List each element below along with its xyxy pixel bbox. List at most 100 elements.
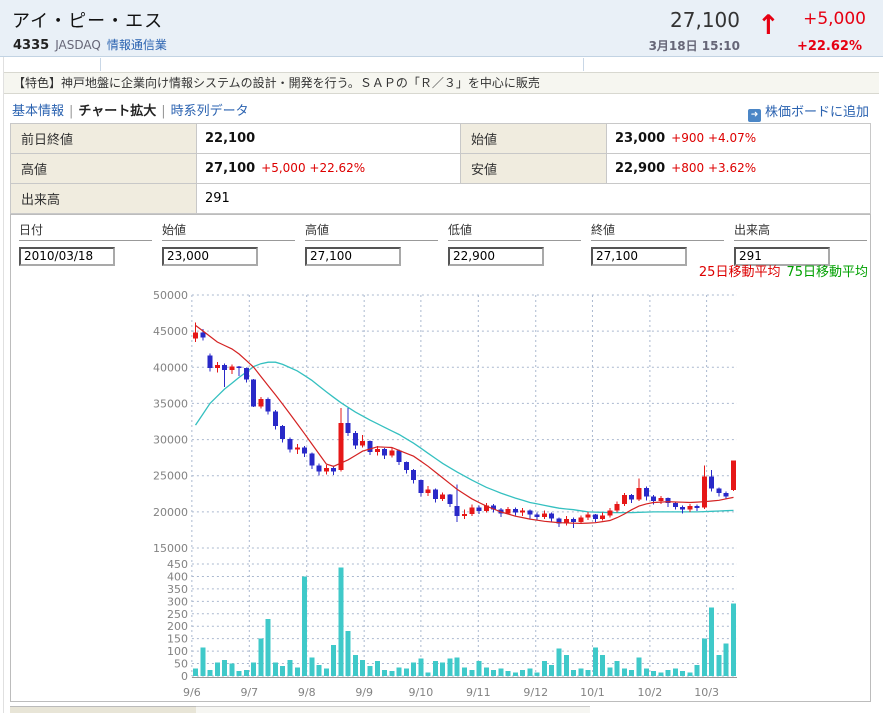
volume-bar [629,670,634,676]
volume-bar [440,662,445,676]
volume-bar [273,662,278,676]
prev-close-value: 22,100 [205,131,255,146]
open-input[interactable] [162,247,258,266]
nav-separator: | [161,104,165,119]
candle-body [506,509,511,513]
candle-body [397,450,402,462]
volume-bar [506,671,511,676]
axis-tick-label: 50000 [153,289,188,302]
candle-body [527,510,532,514]
axis-tick-label: 450 [167,558,188,571]
market-label: JASDAQ [55,38,101,52]
volume-bar [477,661,482,676]
stock-detail-page: アイ・ピー・エス 4335JASDAQ情報通信業 27,100 3月18日 15… [0,0,883,713]
candle-body [462,514,467,516]
field-label: 日付 [19,221,152,241]
label-volume: 出来高 [11,184,197,214]
volume-bar [215,662,220,676]
volume-bar [208,670,213,676]
volume-bar [237,671,242,676]
field-label: 出来高 [734,221,867,241]
value-low: 22,900+800 +3.62% [607,154,871,184]
open-value: 23,000 [615,131,665,146]
volume-bar [687,672,692,676]
next-table-label-sliver [10,706,196,713]
volume-bar [382,670,387,676]
candle-body [709,476,714,488]
nav-basic-info[interactable]: 基本情報 [12,104,64,119]
stock-name: アイ・ピー・エス [12,7,163,33]
open-change: +900 +4.07% [671,131,756,145]
volume-bar [462,667,467,676]
volume-bar [251,662,256,676]
candle-body [229,367,234,371]
low-change: +800 +3.62% [671,161,756,175]
candle-body [353,433,358,445]
candle-body [622,495,627,504]
close-input[interactable] [591,247,687,266]
axis-tick-label: 200 [167,620,188,633]
axis-tick-label: 9/9 [355,686,373,699]
axis-tick-label: 10/1 [580,686,605,699]
volume-bar [360,660,365,676]
volume-bar [535,672,540,676]
industry-link[interactable]: 情報通信業 [107,38,167,52]
volume-bar [724,644,729,676]
low-input[interactable] [448,247,544,266]
candlesticks [193,322,736,527]
candle-body [520,510,525,512]
candle-body [644,488,649,497]
axis-tick-label: 0 [181,670,188,683]
axis-tick-label: 100 [167,645,188,658]
volume-bar [491,670,496,676]
volume-bar [578,669,583,676]
axis-tick-label: 150 [167,633,188,646]
label-high: 高値 [11,154,197,184]
label-prev-close: 前日終値 [11,124,197,154]
candle-body [251,380,256,407]
field-label: 終値 [591,221,724,241]
candle-body [636,488,641,500]
candle-body [288,439,293,450]
volume-bar [324,669,329,676]
legend-ma75: 75日移動平均 [786,265,868,280]
volume-bar [200,647,205,676]
high-input[interactable] [305,247,401,266]
volume-bar [520,670,525,676]
candle-body [542,513,547,517]
field-label: 始値 [162,221,295,241]
volume-bar [622,669,627,676]
axis-tick-label: 25000 [153,470,188,483]
axis-tick-label: 9/8 [298,686,316,699]
axis-tick-label: 45000 [153,325,188,338]
nav-separator: | [69,104,73,119]
add-to-price-board-link[interactable]: ➜ 株価ボードに追加 [748,101,869,122]
candle-body [295,448,300,450]
volume-bar [673,669,678,676]
candle-body [477,508,482,512]
candle-body [658,498,663,501]
axis-tick-label: 400 [167,570,188,583]
candle-body [629,495,634,499]
value-high: 27,100+5,000 +22.62% [197,154,461,184]
label-open: 始値 [461,124,607,154]
candle-body [309,453,314,465]
candle-body [258,399,263,406]
nav-time-series[interactable]: 時系列データ [171,104,249,119]
quote-datetime: 3月18日 15:10 [649,37,740,54]
chart-gridlines [192,295,737,678]
axis-tick-label: 9/10 [409,686,434,699]
arrow-right-icon: ➜ [748,109,761,122]
price-change-percent: +22.62% [797,39,862,54]
candle-body [680,507,685,510]
date-input[interactable] [19,247,115,266]
nav-chart-zoom[interactable]: チャート拡大 [78,104,156,119]
axis-tick-label: 10/3 [694,686,719,699]
add-to-price-board-label: 株価ボードに追加 [765,105,869,120]
volume-bar [229,664,234,676]
candle-body [418,480,423,493]
volume-bar [389,671,394,676]
volume-bar [353,655,358,676]
legend-ma25: 25日移動平均 [699,265,781,280]
candle-body [244,368,249,380]
